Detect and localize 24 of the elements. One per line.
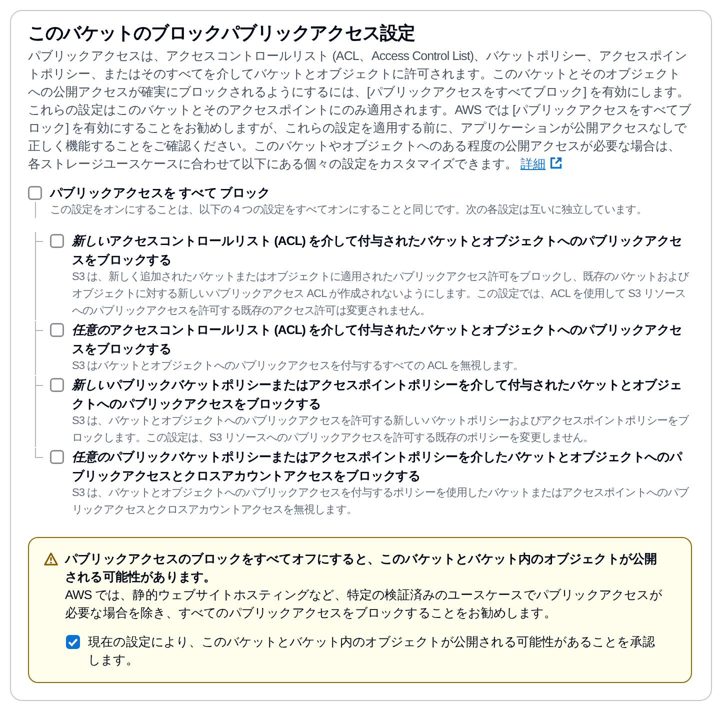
- checkbox-description: この設定をオンにすることは、以下の 4 つの設定をすべてオンにすることと同じです。次の各設定は互いに独立しています。: [50, 202, 647, 218]
- section-title: このバケットのブロックパブリックアクセス設定: [28, 22, 416, 44]
- checkbox[interactable]: [50, 378, 64, 392]
- checkbox[interactable]: [28, 186, 42, 200]
- checkbox[interactable]: [50, 323, 64, 337]
- checkbox-description: S3 は、新しく追加されたバケットまたはオブジェクトに適用されたパブリックアクセス許可をブロックし、既存のバケットおよびオブジェクトに対する新しいパブリックアクセス ACL が作成されないようにします。この設定では、ACL を使用して S3 リソースへのパブリックアクセスを許可する既存のアクセス許可は変更されません。: [72, 270, 690, 319]
- checkbox-label[interactable]: パブリックアクセスを すべて ブロック: [50, 184, 270, 202]
- warning-description: AWS では、静的ウェブサイトホスティングなど、特定の検証済みのユースケースでパブリックアクセスが必要な場合を除き、すべてのパブリックアクセスをブロックすることをお勧めします。: [65, 587, 663, 622]
- warning-title: パブリックアクセスのブロックをすべてオフにすると、このバケットとバケット内のオブジェクトが公開される可能性があります。: [65, 551, 658, 586]
- checkbox-label[interactable]: 現在の設定により、このバケットとバケット内のオブジェクトが公開される可能性があることを承認します。: [88, 633, 663, 669]
- checkbox-label[interactable]: 任意のアクセスコントロールリスト (ACL) を介して付与されたバケットとオブジェクトへのパブリックアクセスをブロックする: [72, 321, 692, 358]
- checkbox-label[interactable]: 任意のパブリックバケットポリシーまたはアクセスポイントポリシーを介したバケットとオブジェクトへのパブリックアクセスとクロスアカウントアクセスをブロックする: [72, 448, 692, 485]
- warning-icon: [44, 552, 58, 566]
- external-link-icon: [550, 157, 562, 169]
- checkbox[interactable]: [50, 450, 64, 464]
- checkbox[interactable]: [50, 234, 64, 248]
- checkbox[interactable]: [66, 635, 80, 649]
- checkbox-description: S3 は、バケットとオブジェクトへのパブリックアクセスを付与するポリシーを使用したバケットまたはアクセスポイントへのパブリックアクセスとクロスアカウントアクセスを無視します。: [72, 486, 690, 518]
- checkbox-label[interactable]: 新しいアクセスコントロールリスト (ACL) を介して付与されたバケットとオブジェクトへのパブリックアクセスをブロックする: [72, 232, 692, 269]
- learn-more-link[interactable]: 詳細: [520, 157, 562, 171]
- checkbox-description: S3 は、バケットとオブジェクトへのパブリックアクセスを許可する新しいバケットポリシーおよびアクセスポイントポリシーをブロックします。この設定は、S3 リソースへのパブリックアクセスを許可する既存のポリシーを変更しません。: [72, 414, 690, 446]
- checkbox-label[interactable]: 新しいパブリックバケットポリシーまたはアクセスポイントポリシーを介して付与されたバケットとオブジェクトへのパブリックアクセスをブロックする: [72, 376, 692, 413]
- section-description: パブリックアクセスは、アクセスコントロールリスト (ACL、Access Control List)、バケットポリシー、アクセスポイントポリシー、またはそのすべてを介してバケットとオブジェクトに許可されます。このバケットとそのオブジェクトへの公開アクセスが確実にブロックされるようにするには、[パブリックアクセスをすべてブロック] を有効にします。これらの設定はこのバケットとそのアクセスポイントにのみ適用されます。AWS では [パブリックアクセスをすべてブロック] を有効にすることをお勧めしますが、これらの設定を適用する前に、アプリケーションが公開アクセスなしで正しく機能することをご確認ください。このバケットやオブジェクトへのある程度の公開アクセスが必要な場合は、各ストレージユースケースに合わせて以下にある個々の設定をカスタマイズできます。 詳細: [28, 48, 692, 173]
- checkbox-description: S3 はバケットとオブジェクトへのパブリックアクセスを付与するすべての ACL を無視します。: [72, 358, 524, 374]
